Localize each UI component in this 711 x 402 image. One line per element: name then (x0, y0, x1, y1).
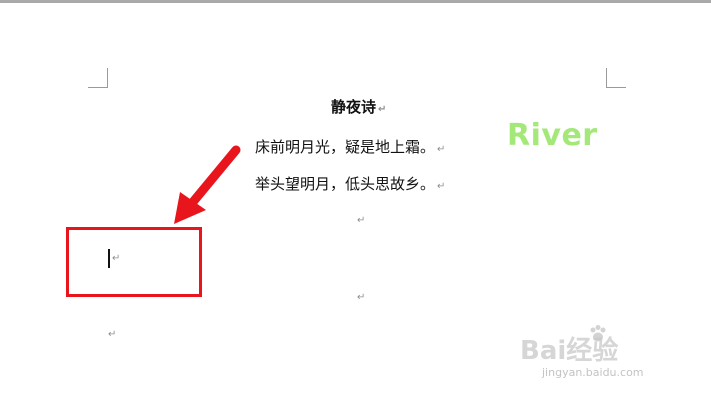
poem-line-1[interactable]: 床前明月光，疑是地上霜。 ↵ (255, 138, 445, 159)
crop-mark-top-right (606, 68, 626, 88)
crop-mark-top-left (88, 68, 108, 88)
window-top-border (0, 0, 711, 3)
text-cursor (108, 249, 110, 268)
baidu-jingyan-logo: Bai经验 jingyan.baidu.com (520, 322, 700, 392)
river-watermark: River (507, 118, 598, 153)
document-page[interactable]: 静夜诗 ↵ 床前明月光，疑是地上霜。 ↵ 举头望明月，低头思故乡。 ↵ ↵ ↵ ↵ ↵… (0, 0, 711, 402)
paragraph-mark-icon: ↵ (357, 292, 366, 303)
baidu-url-text: jingyan.baidu.com (542, 366, 644, 379)
paragraph-mark-icon: ↵ (378, 104, 387, 115)
paragraph-mark-icon: ↵ (108, 329, 117, 340)
paragraph-mark-icon: ↵ (437, 181, 446, 192)
paragraph-mark-icon: ↵ (437, 144, 446, 155)
poem-title-text: 静夜诗 (331, 98, 377, 116)
paragraph-mark-icon: ↵ (357, 215, 366, 226)
poem-line-2-text: 举头望明月，低头思故乡。 (255, 175, 436, 193)
poem-title[interactable]: 静夜诗 ↵ (331, 98, 386, 119)
poem-line-2[interactable]: 举头望明月，低头思故乡。 ↵ (255, 175, 445, 196)
cursor-highlight-box (66, 227, 202, 297)
baidu-logo-text: Bai经验 (520, 336, 619, 366)
poem-line-1-text: 床前明月光，疑是地上霜。 (255, 138, 436, 156)
red-arrow-icon (174, 145, 241, 224)
